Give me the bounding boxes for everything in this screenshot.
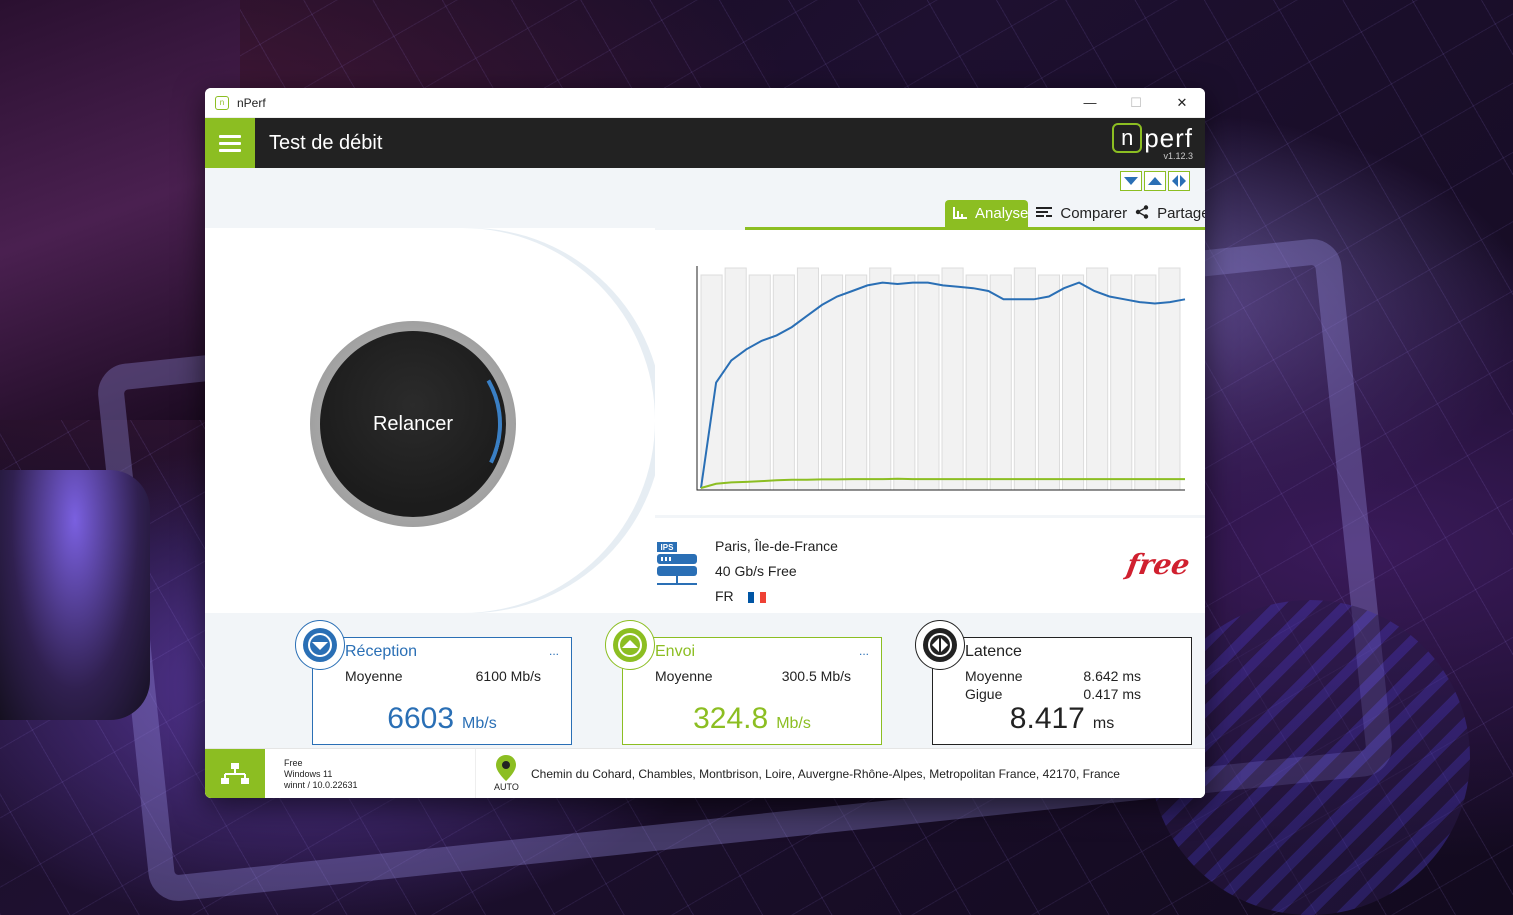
chart-bar — [893, 274, 916, 491]
network-icon[interactable] — [205, 749, 265, 798]
reception-value: 6603 — [387, 702, 455, 735]
hamburger-menu-icon[interactable] — [205, 118, 255, 168]
server-icon-label: IPS — [661, 543, 675, 552]
results-cards: Réception ... Moyenne 6100 Mb/s 6603 Mb/s… — [205, 613, 1205, 748]
chart-bar — [989, 274, 1012, 491]
jitter-label: Gigue — [965, 686, 1003, 702]
jitter-value: 0.417 ms — [1083, 686, 1141, 702]
chart-bar — [965, 274, 988, 491]
network-info: Free Windows 11 winnt / 10.0.22631 — [284, 758, 358, 791]
status-footer: Free Windows 11 winnt / 10.0.22631 AUTO … — [205, 748, 1205, 798]
latency-arrows-icon — [923, 628, 957, 662]
download-view-icon[interactable] — [1120, 171, 1142, 191]
close-button[interactable]: ✕ — [1159, 88, 1205, 118]
wallpaper-jar — [0, 470, 150, 720]
main-content: Analyse Comparer Partager I — [205, 168, 1205, 748]
chart-bar — [821, 274, 844, 491]
network-isp: Free — [284, 758, 303, 768]
relaunch-button[interactable]: Relancer — [310, 321, 516, 527]
latency-view-icon[interactable] — [1168, 171, 1190, 191]
upload-card[interactable]: Envoi ... Moyenne 300.5 Mb/s 324.8 Mb/s — [605, 620, 882, 745]
window-title: nPerf — [237, 95, 266, 110]
chart-bar — [1134, 274, 1157, 491]
share-icon — [1135, 205, 1149, 222]
tab-bar: Analyse Comparer Partager — [745, 200, 1205, 230]
chart-bar — [1062, 274, 1085, 491]
reception-avg-label: Moyenne — [345, 668, 403, 684]
chart-bar — [1013, 267, 1036, 491]
app-icon: n — [215, 95, 229, 110]
tab-label: Analyse — [975, 205, 1029, 222]
tab-analyse[interactable]: Analyse — [945, 200, 1029, 227]
upload-value: 324.8 — [693, 702, 769, 735]
nperf-logo: n perf v1.12.3 — [1112, 123, 1193, 161]
latency-avg-label: Moyenne — [965, 668, 1023, 684]
server-icon: IPS — [657, 542, 697, 585]
nperf-window: n nPerf — ☐ ✕ Test de débit n perf v1.12… — [205, 88, 1205, 798]
upload-arrow-icon — [613, 628, 647, 662]
chart-bar — [1086, 267, 1109, 491]
reception-unit: Mb/s — [462, 715, 497, 732]
upload-view-icon[interactable] — [1144, 171, 1166, 191]
location-box[interactable]: AUTO Chemin du Cohard, Chambles, Montbri… — [475, 749, 1205, 798]
latency-value: 8.417 — [1009, 702, 1085, 735]
chart-bar — [796, 267, 819, 491]
bar-chart-icon — [953, 206, 967, 222]
tab-comparer[interactable]: Comparer — [1028, 200, 1127, 227]
chart-bar — [869, 267, 892, 491]
latency-title: Latence — [965, 643, 1022, 660]
upload-avg-label: Moyenne — [655, 668, 713, 684]
chart-bar — [917, 274, 940, 491]
compare-icon — [1036, 206, 1053, 222]
location-address: Chemin du Cohard, Chambles, Montbrison, … — [531, 767, 1120, 781]
logo-text: perf — [1144, 123, 1193, 153]
upload-badge — [605, 620, 655, 670]
location-auto-label: AUTO — [494, 782, 519, 792]
chart-bar — [700, 274, 723, 491]
chart-bar — [1110, 274, 1133, 491]
view-toggle-group — [1120, 171, 1190, 191]
tab-partager[interactable]: Partager — [1127, 200, 1205, 227]
latency-card[interactable]: Latence Moyenne 8.642 ms Gigue 0.417 ms … — [915, 620, 1192, 745]
france-flag-icon — [747, 591, 766, 603]
latency-unit: ms — [1092, 715, 1115, 732]
upload-unit: Mb/s — [776, 715, 811, 732]
tab-label: Comparer — [1060, 205, 1128, 222]
latency-badge — [915, 620, 965, 670]
speed-chart-svg — [696, 266, 1186, 491]
chart-bar — [772, 274, 795, 491]
reception-badge — [295, 620, 345, 670]
isp-logo: free — [1123, 548, 1192, 581]
server-country: FR — [715, 588, 734, 604]
tab-label: Partager — [1157, 205, 1205, 222]
chart-bar — [941, 267, 964, 491]
reception-more-button[interactable]: ... — [549, 644, 559, 658]
server-info: IPS Paris, Île-de-France 40 Gb/s Free FR… — [655, 518, 1205, 613]
network-build: winnt / 10.0.22631 — [284, 780, 358, 790]
minimize-button[interactable]: — — [1067, 88, 1113, 118]
logo-n: n — [1112, 123, 1143, 153]
title-bar[interactable]: n nPerf — ☐ ✕ — [205, 88, 1205, 118]
relaunch-button-face: Relancer — [320, 331, 506, 517]
chart-bar — [724, 267, 747, 491]
reception-avg-value: 6100 Mb/s — [475, 668, 541, 684]
chart-bar — [748, 274, 771, 491]
latency-avg-value: 8.642 ms — [1083, 668, 1141, 684]
app-version: v1.12.3 — [1163, 151, 1193, 161]
reception-card[interactable]: Réception ... Moyenne 6100 Mb/s 6603 Mb/s — [295, 620, 572, 745]
upload-more-button[interactable]: ... — [859, 644, 869, 658]
page-title: Test de débit — [269, 131, 383, 154]
download-arrow-icon — [303, 628, 337, 662]
maximize-button[interactable]: ☐ — [1113, 88, 1159, 118]
speed-chart — [655, 230, 1205, 515]
network-os: Windows 11 — [284, 769, 333, 779]
app-header: Test de débit n perf v1.12.3 — [205, 118, 1205, 168]
server-location: Paris, Île-de-France — [715, 538, 838, 554]
chart-bar — [1037, 274, 1060, 491]
upload-title: Envoi — [655, 643, 696, 660]
chart-bar — [845, 274, 868, 491]
server-capacity: 40 Gb/s Free — [715, 563, 797, 579]
reception-title: Réception — [345, 643, 418, 660]
upload-avg-value: 300.5 Mb/s — [781, 668, 851, 684]
